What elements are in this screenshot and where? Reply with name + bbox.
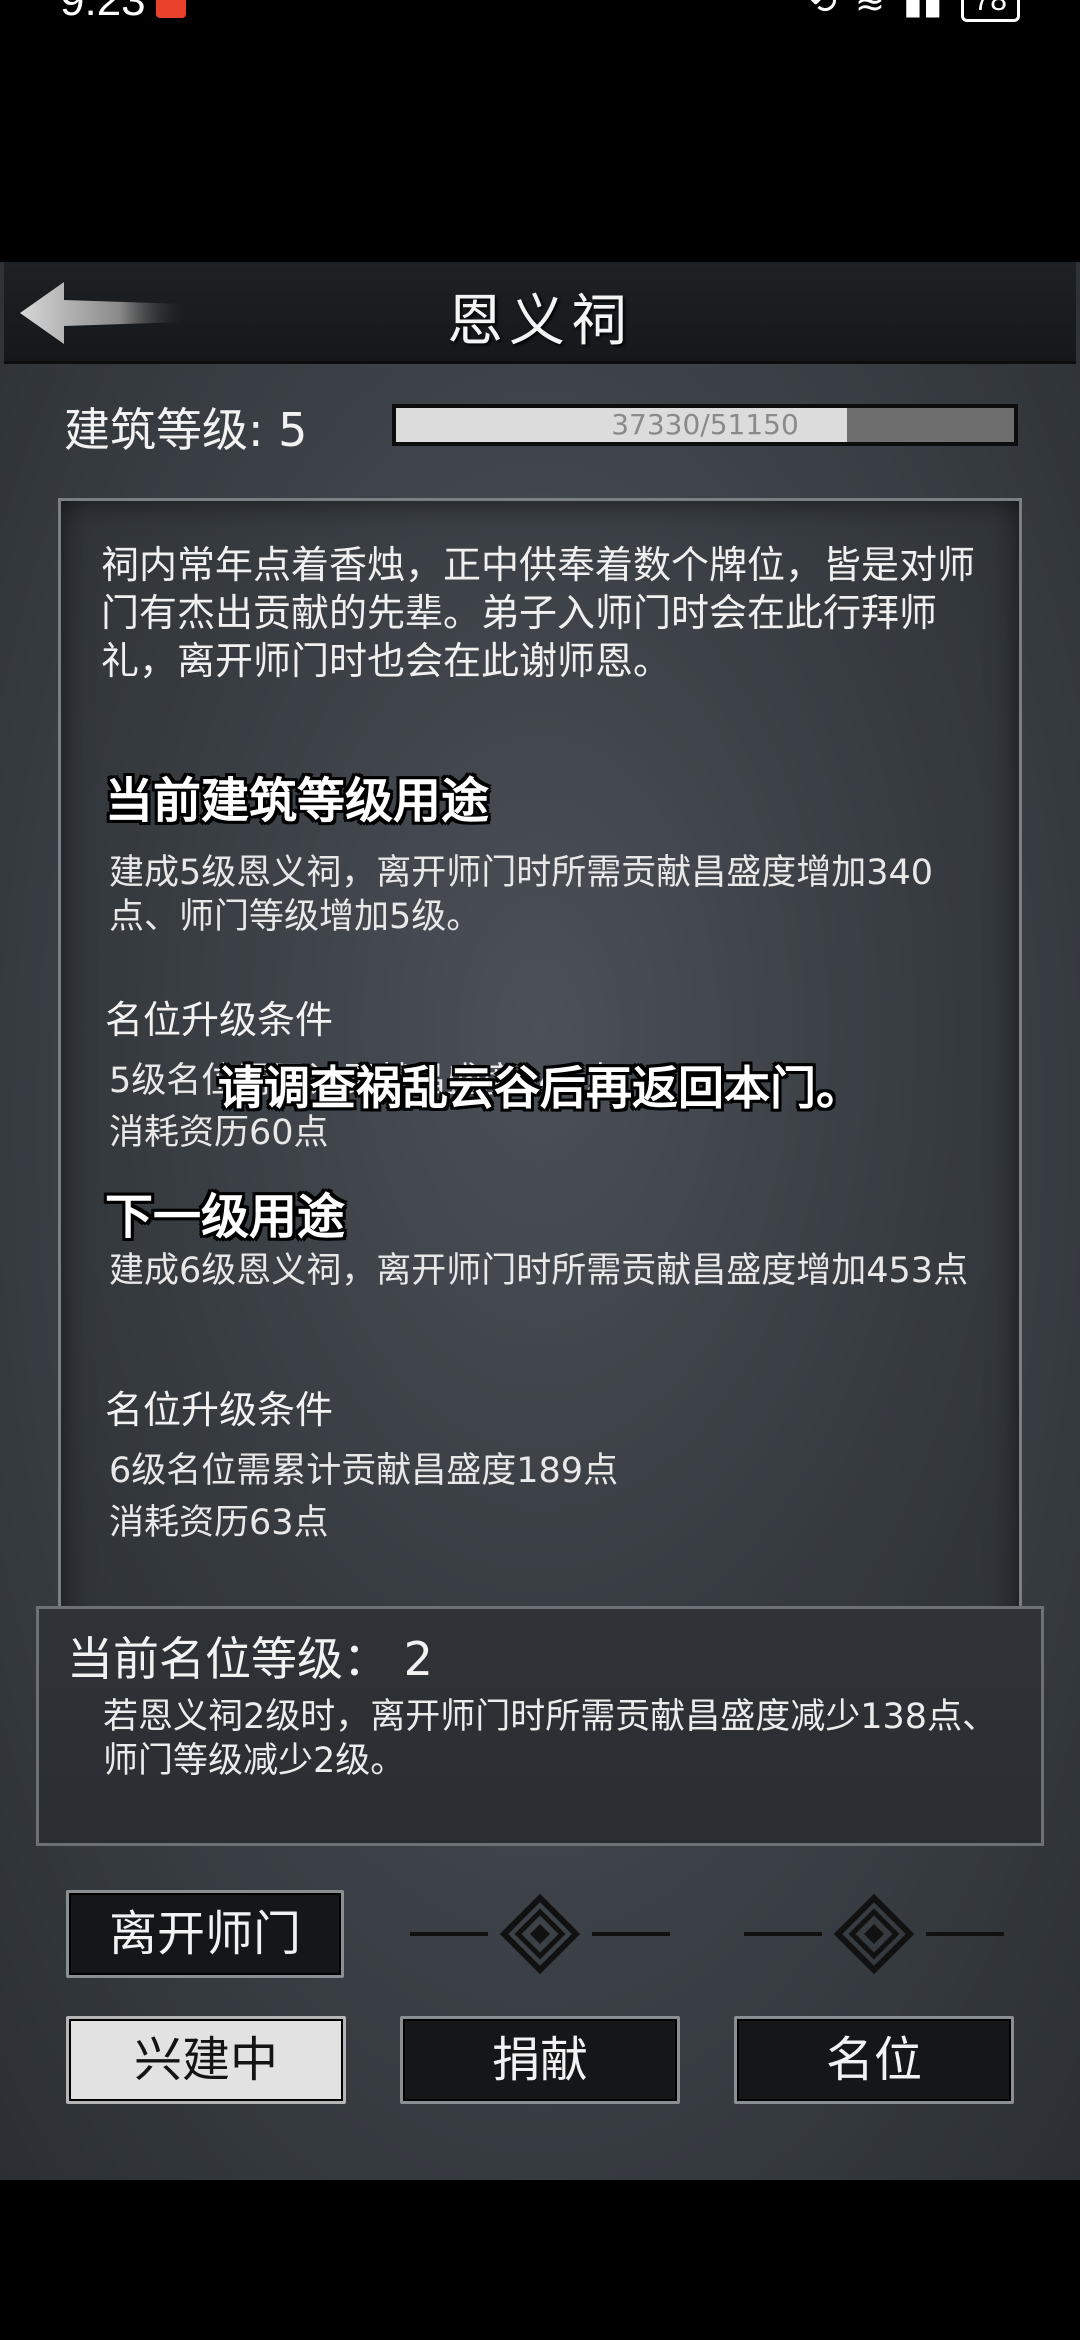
rank-button[interactable]: 名位 [734, 2016, 1014, 2104]
building-level-label: 建筑等级: 5 [64, 403, 308, 457]
current-usage-text: 建成5级恩义祠，离开师门时所需贡献昌盛度增加340点、师门等级增加5级。 [109, 853, 934, 937]
next-usage-text: 建成6级恩义祠，离开师门时所需贡献昌盛度增加453点 [109, 1251, 969, 1291]
title-bar: 恩义祠 [4, 262, 1076, 364]
status-icons: ⟲ ≋ ▮▮ 78 [807, 0, 1020, 22]
notification-badge-icon [156, 0, 186, 18]
donate-button[interactable]: 捐献 [400, 2016, 680, 2104]
bottom-bar [0, 2180, 1080, 2340]
diamond-ornament-icon [744, 1894, 1004, 1974]
rank-panel: 当前名位等级： 2 若恩义祠2级时，离开师门时所需贡献昌盛度减少138点、师门等… [36, 1606, 1044, 1846]
rank-level-title: 当前名位等级： 2 [67, 1632, 433, 1686]
next-rank-req-1: 6级名位需累计贡献昌盛度189点 [109, 1451, 619, 1491]
status-bar: 9:23 ⟲ ≋ ▮▮ 78 [0, 0, 1080, 30]
leave-sect-button[interactable]: 离开师门 [66, 1890, 344, 1978]
status-time: 9:23 [60, 0, 146, 25]
building-description: 祠内常年点着香烛，正中供奉着数个牌位，皆是对师门有杰出贡献的先辈。弟子入师门时会… [101, 543, 976, 683]
next-usage-heading: 下一级用途 [105, 1189, 346, 1245]
diamond-ornament-icon [410, 1894, 670, 1974]
current-rank-heading: 名位升级条件 [105, 998, 334, 1042]
rank-level-desc: 若恩义祠2级时，离开师门时所需贡献昌盛度减少138点、师门等级减少2级。 [103, 1697, 998, 1781]
wifi-icon: ≋ [854, 0, 885, 22]
signal-icon: ▮▮ [903, 0, 943, 22]
page-title: 恩义祠 [447, 289, 633, 354]
nfc-icon: ⟲ [806, 0, 837, 22]
battery-icon: 78 [960, 0, 1020, 22]
current-usage-heading: 当前建筑等级用途 [105, 773, 490, 829]
progress-text: 37330/51150 [611, 408, 799, 441]
overlay-message: 请调查祸乱云谷后再返回本门。 [218, 1061, 862, 1115]
next-rank-req-2: 消耗资历63点 [109, 1503, 329, 1543]
next-rank-heading: 名位升级条件 [105, 1388, 334, 1432]
building-tab-button[interactable]: 兴建中 [66, 2016, 346, 2104]
game-screen: 恩义祠 建筑等级: 5 37330/51150 祠内常年点着香烛，正中供奉着数个… [0, 262, 1080, 2180]
building-progress-bar: 37330/51150 [392, 404, 1018, 446]
